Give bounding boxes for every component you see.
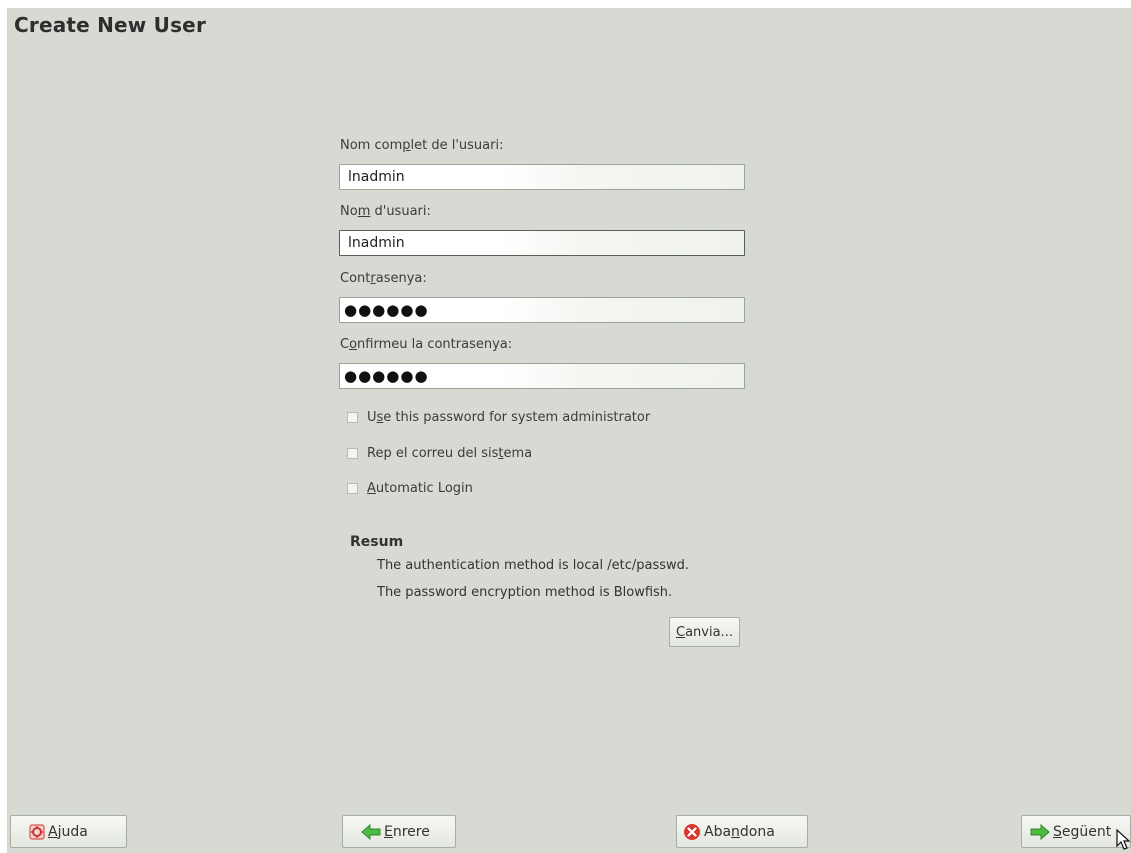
confirm-password-label: Confirmeu la contrasenya: <box>340 337 513 352</box>
checkbox-automatic-login[interactable]: Automatic Login <box>347 481 473 496</box>
next-button-label: Següent <box>1053 823 1112 840</box>
checkbox-box[interactable] <box>347 412 358 423</box>
next-arrow-icon <box>1030 823 1050 840</box>
checkbox-box[interactable] <box>347 483 358 494</box>
back-button[interactable]: Enrere <box>342 815 456 848</box>
checkbox-label: Automatic Login <box>367 481 473 496</box>
page-title: Create New User <box>14 13 207 37</box>
username-field[interactable]: lnadmin <box>339 230 745 256</box>
confirm-password-field[interactable]: ●●●●●● <box>339 363 745 389</box>
back-button-label: Enrere <box>384 823 430 840</box>
abort-button[interactable]: Abandona <box>676 815 808 848</box>
back-arrow-icon <box>361 823 381 840</box>
checkbox-use-for-admin[interactable]: Use this password for system administrat… <box>347 410 650 425</box>
help-button[interactable]: Ajuda <box>10 815 127 848</box>
next-button[interactable]: Següent <box>1021 815 1131 848</box>
summary-encryption-method: The password encryption method is Blowfi… <box>377 585 673 600</box>
password-label: Contrasenya: <box>340 271 427 286</box>
username-label: Nom d'usuari: <box>340 204 431 219</box>
summary-heading: Resum <box>350 534 404 550</box>
fullname-label: Nom complet de l'usuari: <box>340 138 504 153</box>
wizard-panel <box>7 8 1131 853</box>
checkbox-receive-system-mail[interactable]: Rep el correu del sistema <box>347 446 532 461</box>
mouse-cursor-icon <box>1116 829 1131 851</box>
checkbox-label: Use this password for system administrat… <box>367 410 651 425</box>
help-icon <box>29 824 45 840</box>
abort-icon <box>683 823 701 841</box>
fullname-field[interactable]: lnadmin <box>339 164 745 190</box>
password-field[interactable]: ●●●●●● <box>339 297 745 323</box>
summary-auth-method: The authentication method is local /etc/… <box>377 558 690 573</box>
help-button-label: Ajuda <box>48 823 88 840</box>
checkbox-box[interactable] <box>347 448 358 459</box>
abort-button-label: Abandona <box>704 823 775 840</box>
checkbox-label: Rep el correu del sistema <box>367 446 533 461</box>
change-button[interactable]: Canvia... <box>669 617 740 647</box>
